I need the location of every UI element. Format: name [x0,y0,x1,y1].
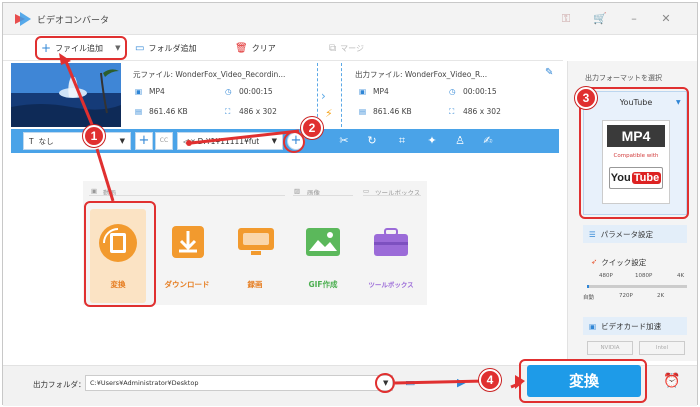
step-badge: 2 [301,117,323,139]
arrow-line [63,58,95,128]
step-badge: 3 [575,87,597,109]
callout-arrows [59,53,595,389]
arrow-head [515,375,525,389]
arrow-line [95,148,115,202]
arrow-head [59,53,71,65]
arrow-dot [186,140,192,146]
arrow-line [190,129,300,145]
arrow-line [394,379,486,385]
app-window: ビデオコンバータ ⚿ 🛒 – ✕ + ファイル追加 ▼ ▭ フォルダ追加 🗑 ク… [2,2,698,406]
step-badge: 4 [479,369,501,391]
step-badge: 1 [83,125,105,147]
